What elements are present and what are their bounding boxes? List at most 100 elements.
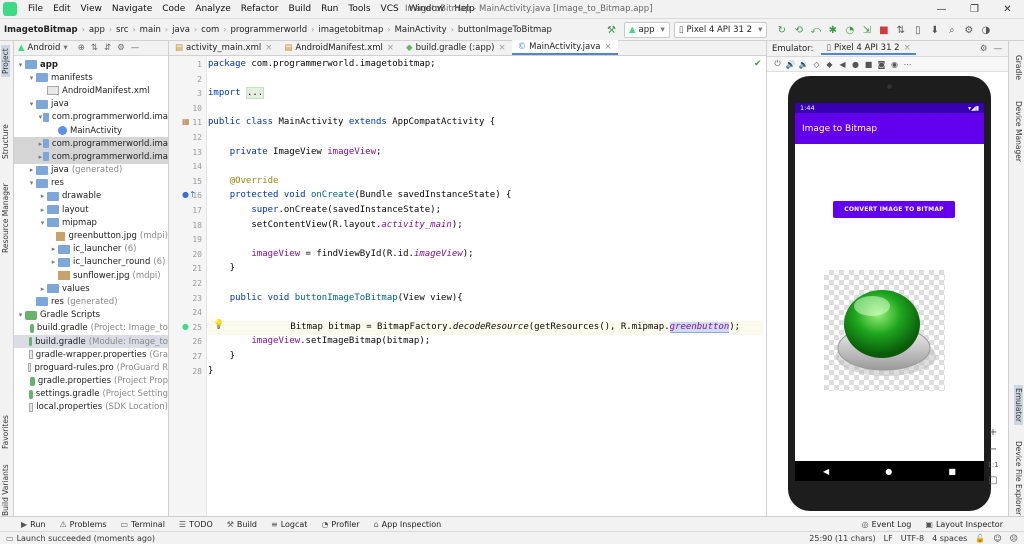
apply-code-changes-icon[interactable]: ⤺ <box>807 25 824 36</box>
chevron-icon[interactable]: ▸ <box>38 153 43 161</box>
editor-tab[interactable]: ◆ build.gradle (:app) × <box>400 40 512 55</box>
rotate-right-icon[interactable]: ◆ <box>823 60 836 69</box>
gear-icon[interactable]: ⚙ <box>980 44 988 54</box>
volume-up-icon[interactable]: 🔊 <box>784 60 797 69</box>
tool-window-device-manager[interactable]: Device Manager <box>1014 101 1023 162</box>
smiley-icon[interactable]: ☺ <box>993 534 1001 543</box>
restore-icon[interactable]: ❐ <box>958 0 991 19</box>
attach-debugger-icon[interactable]: ⇲ <box>858 25 875 36</box>
menu-item-run[interactable]: Run <box>316 4 343 14</box>
lock-icon[interactable]: 🔓 <box>975 534 985 543</box>
code-line[interactable]: } <box>208 263 235 273</box>
tree-item[interactable]: ▸ drawable <box>14 190 168 203</box>
class-gutter-icon[interactable]: ▦ <box>182 117 190 126</box>
tool-window-project[interactable]: Project <box>1 45 10 77</box>
tree-item[interactable]: ▾ manifests <box>14 71 168 84</box>
nav-recents-icon[interactable]: ■ <box>948 467 956 476</box>
breadcrumb-item[interactable]: MainActivity <box>391 25 451 35</box>
editor-tab[interactable]: ▤ activity_main.xml × <box>169 40 278 55</box>
file-encoding[interactable]: UTF-8 <box>901 534 924 543</box>
power-icon[interactable]: ⏻ <box>771 59 784 69</box>
hammer-icon[interactable]: ⚒ <box>603 25 620 36</box>
code-line[interactable]: public void buttonImageToBitmap(View vie… <box>208 293 463 303</box>
menu-item-tools[interactable]: Tools <box>343 4 375 14</box>
code-line[interactable]: @Override <box>208 176 279 186</box>
tree-item[interactable]: ▾ app <box>14 58 168 71</box>
tool-window-build-variants[interactable]: Build Variants <box>1 464 10 516</box>
tool-window-structure[interactable]: Structure <box>1 124 10 159</box>
code-line[interactable]: setContentView(R.layout.activity_main); <box>208 220 462 230</box>
minimize-icon[interactable]: — <box>925 0 958 19</box>
breadcrumb-item[interactable]: com <box>197 25 223 35</box>
breadcrumb-item[interactable]: buttonImageToBitmap <box>454 25 556 35</box>
minimize-panel-icon[interactable]: — <box>994 44 1003 54</box>
code-line[interactable]: } <box>208 351 235 361</box>
nav-back-icon[interactable]: ◀ <box>823 467 829 476</box>
menu-item-edit[interactable]: Edit <box>48 4 75 14</box>
run-config-select[interactable]: ▲ app ▾ <box>624 22 670 38</box>
close-tab-icon[interactable]: × <box>604 42 611 52</box>
volume-down-icon[interactable]: 🔉 <box>797 60 810 69</box>
tool-window-terminal[interactable]: ▭ Terminal <box>114 520 172 529</box>
tool-window-device-file-explorer[interactable]: Device File Explorer <box>1014 441 1023 515</box>
close-icon[interactable]: ✕ <box>991 0 1024 19</box>
chevron-icon[interactable]: ▸ <box>38 285 47 293</box>
tree-item[interactable]: greenbutton.jpg (mdpi) <box>14 229 168 242</box>
chevron-icon[interactable]: ▸ <box>38 140 43 148</box>
tree-item[interactable]: sunflower.jpg (mdpi) <box>14 269 168 282</box>
breadcrumb-item[interactable]: imagetobitmap <box>314 25 387 35</box>
tool-window-app-inspection[interactable]: ⌂ App Inspection <box>367 520 449 529</box>
zoom-in-icon[interactable]: + <box>989 427 997 438</box>
tree-item[interactable]: ▸ values <box>14 282 168 295</box>
tree-item[interactable]: build.gradle (Project: Image_to <box>14 322 168 335</box>
breadcrumb-item[interactable]: src <box>112 25 132 35</box>
tree-item[interactable]: settings.gradle (Project Setting <box>14 388 168 401</box>
indent-setting[interactable]: 4 spaces <box>932 534 967 543</box>
feedback-icon[interactable]: ☹ <box>1010 534 1018 543</box>
tree-item[interactable]: ▸ layout <box>14 203 168 216</box>
tree-item[interactable]: ▸ ic_launcher (6) <box>14 243 168 256</box>
code-line[interactable]: package com.programmerworld.imagetobitma… <box>208 59 436 69</box>
tree-item[interactable]: MainActivity <box>14 124 168 137</box>
menu-item-navigate[interactable]: Navigate <box>107 4 157 14</box>
fit-screen-icon[interactable]: ▢ <box>988 475 997 486</box>
tree-item[interactable]: ▾ java <box>14 98 168 111</box>
convert-image-button[interactable]: CONVERT IMAGE TO BITMAP <box>833 201 955 218</box>
menu-item-file[interactable]: File <box>23 4 48 14</box>
code-line[interactable]: public class MainActivity extends AppCom… <box>208 117 495 127</box>
breadcrumb-item[interactable]: main <box>136 25 165 35</box>
tree-item[interactable]: build.gradle (Module: Image_to <box>14 334 168 349</box>
tool-window-todo[interactable]: ☰ TODO <box>172 520 220 529</box>
menu-item-view[interactable]: View <box>76 4 107 14</box>
tool-window-logcat[interactable]: ≡ Logcat <box>264 520 314 529</box>
menu-item-code[interactable]: Code <box>157 4 190 14</box>
override-gutter-icon[interactable]: ●↑ <box>182 190 196 199</box>
rotate-left-icon[interactable]: ◇ <box>810 60 823 69</box>
line-separator[interactable]: LF <box>884 534 893 543</box>
tree-item[interactable]: ▸ ic_launcher_round (6) <box>14 256 168 269</box>
code-line[interactable]: protected void onCreate(Bundle savedInst… <box>208 190 512 200</box>
sync-icon[interactable]: ⇅ <box>892 25 909 36</box>
close-tab-icon[interactable]: × <box>265 43 272 53</box>
profile-icon[interactable]: ◔ <box>841 25 858 36</box>
code-line[interactable]: Bitmap bitmap = BitmapFactory.decodeReso… <box>247 321 740 333</box>
tool-window-build[interactable]: ⚒ Build <box>220 520 264 529</box>
tree-item[interactable]: proguard-rules.pro (ProGuard R <box>14 361 168 374</box>
debug-icon[interactable]: ✱ <box>824 25 841 36</box>
chevron-icon[interactable]: ▸ <box>38 192 47 200</box>
menu-item-build[interactable]: Build <box>284 4 317 14</box>
code-line[interactable]: super.onCreate(savedInstanceState); <box>208 205 441 215</box>
tree-item[interactable]: ▾ Gradle Scripts <box>14 309 168 322</box>
tree-item[interactable]: ▾ com.programmerworld.ima <box>14 111 168 124</box>
back-icon[interactable]: ◀ <box>836 60 849 69</box>
chevron-icon[interactable]: ▾ <box>16 61 25 69</box>
emulator-device-tab[interactable]: ▯ Pixel 4 API 31 2 × <box>821 43 916 55</box>
tree-item[interactable]: AndroidManifest.xml <box>14 84 168 97</box>
close-tab-icon[interactable]: × <box>387 43 394 53</box>
settings-icon[interactable]: ⚙ <box>960 25 977 36</box>
code-line[interactable]: } <box>208 366 213 376</box>
screenshot-icon[interactable]: ◙ <box>875 60 888 69</box>
chevron-icon[interactable]: ▸ <box>49 258 58 266</box>
chevron-icon[interactable]: ▾ <box>27 179 36 187</box>
snapshot-icon[interactable]: ◉ <box>888 60 901 69</box>
